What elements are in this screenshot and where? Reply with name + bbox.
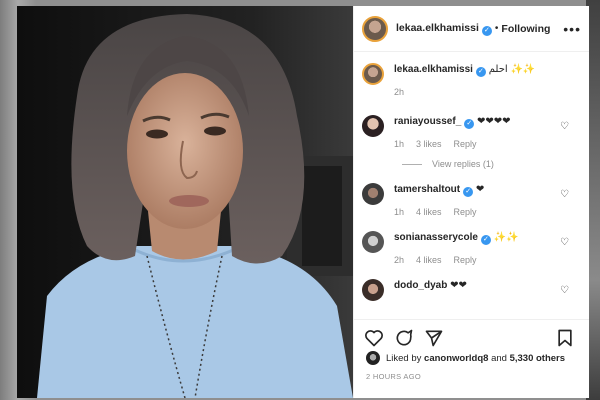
replies-dash	[402, 163, 422, 165]
post-timestamp: 2 HOURS AGO	[366, 372, 421, 381]
verified-icon: ✓	[481, 25, 492, 36]
liker-avatar[interactable]	[366, 351, 380, 365]
comment-text: ❤	[475, 184, 485, 195]
caption-username[interactable]: lekaa.elkhamissi	[394, 64, 473, 75]
likes-middle: and	[491, 352, 507, 364]
following-button[interactable]: Following	[501, 23, 550, 35]
commenter-avatar[interactable]	[362, 231, 384, 253]
comment-username[interactable]: sonianasserycole	[394, 232, 478, 243]
bookmark-icon[interactable]	[555, 328, 575, 348]
comment-like-heart-icon[interactable]: ♡	[560, 121, 569, 132]
verified-icon: ✓	[463, 187, 474, 197]
likes-others-link[interactable]: 5,330 others	[510, 353, 565, 364]
author-username[interactable]: lekaa.elkhamissi ✓	[396, 22, 492, 36]
comment-like-heart-icon[interactable]: ♡	[560, 285, 569, 296]
comment-item: tamershaltout ✓ ❤ 1h 4 likes Reply ♡	[362, 183, 581, 217]
caption-avatar[interactable]	[362, 63, 384, 85]
comment-item: sonianasserycole ✓ ✨✨ 2h 4 likes Reply ♡	[362, 231, 581, 265]
comments-list: lekaa.elkhamissi ✓ احلم ✨✨ 2h raniayousse…	[354, 53, 589, 316]
likes-prefix: Liked by	[386, 352, 422, 364]
more-options-icon[interactable]: •••	[563, 21, 581, 37]
comment-item: raniayoussef_ ✓ ❤❤❤❤ 1h 3 likes Reply ♡	[362, 115, 581, 149]
portrait-image	[17, 6, 353, 398]
commenter-avatar[interactable]	[362, 183, 384, 205]
comment-time: 1h	[394, 207, 405, 217]
reply-button[interactable]: Reply	[454, 255, 477, 265]
post-actions	[354, 319, 589, 349]
verified-icon: ✓	[475, 67, 486, 77]
comment-text: ✨✨	[493, 232, 519, 243]
comment-item: dodo_dyab ❤❤ ♡	[362, 279, 581, 301]
comment-like-heart-icon[interactable]: ♡	[560, 189, 569, 200]
caption-time: 2h	[394, 87, 405, 97]
comment-text: ❤❤❤❤	[477, 116, 511, 127]
author-avatar[interactable]	[362, 15, 388, 42]
comment-username[interactable]: raniayoussef_	[394, 116, 461, 127]
comment-icon[interactable]	[394, 328, 414, 348]
comment-time: 2h	[394, 255, 405, 265]
post-caption: lekaa.elkhamissi ✓ احلم ✨✨ 2h	[362, 63, 581, 97]
likes-summary: Liked by canonworldq8 and 5,330 others	[366, 351, 581, 365]
like-heart-icon[interactable]	[364, 328, 384, 348]
reply-button[interactable]: Reply	[454, 139, 477, 149]
comment-like-heart-icon[interactable]: ♡	[560, 237, 569, 248]
post-photo	[17, 6, 353, 398]
comment-likes[interactable]: 4 likes	[416, 255, 442, 265]
comment-username[interactable]: dodo_dyab	[394, 280, 447, 291]
caption-text: احلم ✨✨	[488, 64, 536, 75]
reply-button[interactable]: Reply	[454, 207, 477, 217]
comment-text: ❤❤	[450, 280, 467, 291]
verified-icon: ✓	[480, 235, 491, 245]
comment-likes[interactable]: 3 likes	[416, 139, 442, 149]
comment-username[interactable]: tamershaltout	[394, 184, 460, 195]
comment-time: 1h	[394, 139, 405, 149]
commenter-avatar[interactable]	[362, 115, 384, 137]
liker-username[interactable]: canonworldq8	[424, 353, 488, 364]
post-header: lekaa.elkhamissi ✓ • Following •••	[354, 6, 589, 52]
verified-icon: ✓	[464, 119, 475, 129]
comment-likes[interactable]: 4 likes	[416, 207, 442, 217]
view-replies-label: View replies (1)	[432, 159, 494, 169]
post-sidebar: lekaa.elkhamissi ✓ • Following ••• lekaa.…	[353, 6, 589, 398]
post-modal: lekaa.elkhamissi ✓ • Following ••• lekaa.…	[17, 6, 589, 398]
separator-dot: •	[494, 23, 499, 34]
view-replies-button[interactable]: View replies (1)	[402, 159, 581, 169]
share-icon[interactable]	[424, 328, 444, 348]
commenter-avatar[interactable]	[362, 279, 384, 301]
